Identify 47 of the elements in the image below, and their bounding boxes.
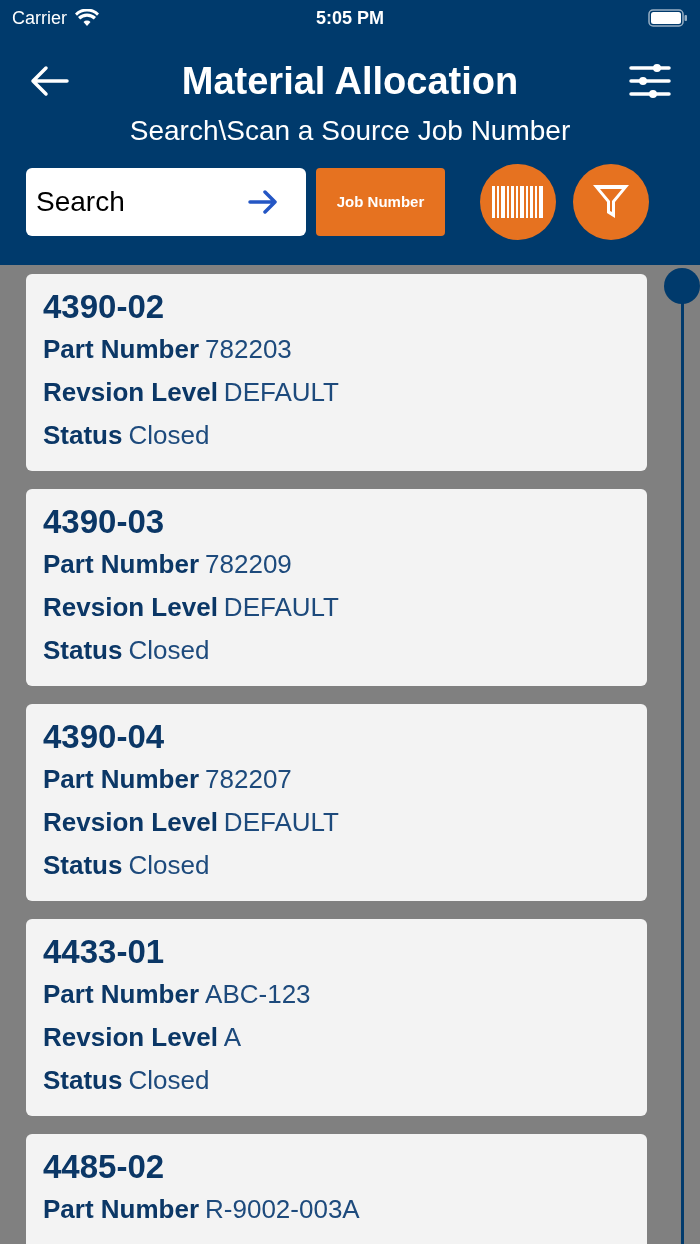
field-value: 782209	[205, 548, 292, 581]
job-card[interactable]: 4390-04 Part Number 782207 Revsion Level DEFAULT Status Closed	[26, 704, 648, 901]
search-field[interactable]: Search	[26, 168, 306, 236]
carrier-label: Carrier	[12, 6, 67, 30]
wifi-icon	[75, 9, 99, 27]
field-value: 782203	[205, 333, 292, 366]
page-title: Material Allocation	[181, 58, 519, 104]
field-value: R-9002-003A	[205, 1193, 360, 1226]
page-subtitle: Search\Scan a Source Job Number	[129, 114, 571, 148]
field-label: Status	[43, 849, 123, 882]
battery-icon	[648, 9, 688, 27]
field-label: Part Number	[43, 978, 200, 1011]
job-card[interactable]: 4390-03 Part Number 782209 Revsion Level DEFAULT Status Closed	[26, 489, 648, 686]
back-arrow-icon	[29, 65, 69, 97]
sliders-icon	[629, 63, 671, 99]
field-label: Part Number	[43, 333, 200, 366]
field-value: A	[223, 1021, 242, 1054]
field-label: Status	[43, 634, 123, 667]
field-label: Part Number	[43, 1193, 200, 1226]
field-label: Status	[43, 1064, 123, 1097]
field-value: DEFAULT	[223, 806, 339, 839]
field-label: Status	[43, 419, 123, 452]
field-value: Closed	[128, 634, 210, 667]
field-value: Closed	[128, 1064, 210, 1097]
job-card[interactable]: 4433-01 Part Number ABC-123 Revsion Level A Status Closed	[26, 919, 648, 1116]
arrow-right-icon	[248, 190, 278, 214]
job-number: 4390-03	[43, 502, 166, 542]
job-number: 4390-04	[43, 717, 166, 757]
field-value: ABC-123	[205, 978, 311, 1011]
field-label: Part Number	[43, 548, 200, 581]
barcode-icon	[492, 186, 544, 218]
job-card[interactable]: 4390-02 Part Number 782203 Revsion Level DEFAULT Status Closed	[26, 274, 648, 471]
field-label: Revsion Level	[43, 591, 218, 624]
field-value: DEFAULT	[223, 591, 339, 624]
time-label: 5:05 PM	[316, 6, 384, 30]
field-label: Part Number	[43, 763, 200, 796]
field-label: Revsion Level	[43, 1021, 218, 1054]
field-value: DEFAULT	[223, 376, 339, 409]
field-value: Closed	[128, 419, 210, 452]
field-label: Revsion Level	[43, 376, 218, 409]
job-card[interactable]: 4485-02 Part Number R-9002-003A	[26, 1134, 648, 1244]
job-number: 4485-02	[43, 1147, 166, 1187]
field-label: Revsion Level	[43, 806, 218, 839]
job-number: 4390-02	[43, 287, 166, 327]
job-number: 4433-01	[43, 932, 166, 972]
field-value: 782207	[205, 763, 292, 796]
field-value: Closed	[128, 849, 210, 882]
